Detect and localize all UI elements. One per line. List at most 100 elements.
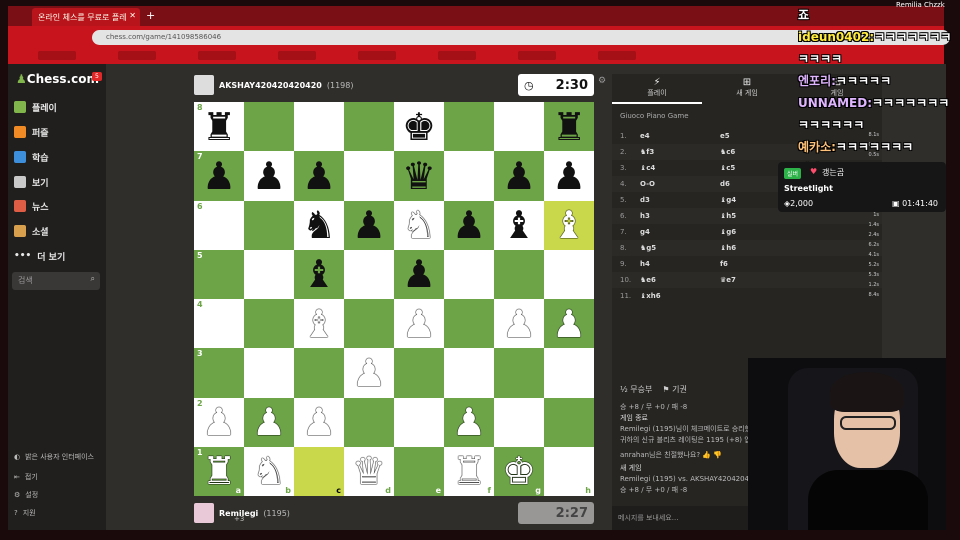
white-pawn[interactable]: ♟ — [252, 403, 286, 441]
nav-puzzles[interactable]: 퍼즐 — [14, 123, 49, 141]
square-d4[interactable] — [344, 299, 394, 349]
bookmark-item[interactable] — [438, 51, 476, 60]
square-e7[interactable]: ♛ — [394, 151, 444, 201]
nav-more[interactable]: ••• 더 보기 — [14, 247, 65, 265]
bookmark-item[interactable] — [278, 51, 316, 60]
resign-button[interactable]: ⚑ 기권 — [662, 384, 686, 395]
square-e8[interactable]: ♚ — [394, 102, 444, 152]
bookmark-item[interactable] — [38, 51, 76, 60]
square-c7[interactable]: ♟ — [294, 151, 344, 201]
square-a4[interactable]: 4 — [194, 299, 244, 349]
black-pawn[interactable]: ♟ — [352, 206, 386, 244]
new-tab-icon[interactable]: + — [146, 9, 155, 22]
square-a2[interactable]: ♟ 2 — [194, 397, 244, 447]
opening-name[interactable]: Giuoco Piano Game — [620, 112, 689, 120]
black-queen[interactable]: ♛ — [402, 157, 436, 195]
black-move[interactable]: f6 — [720, 260, 800, 268]
black-king[interactable]: ♚ — [402, 108, 436, 146]
square-e2[interactable] — [394, 397, 444, 447]
chess-board[interactable]: ♜ 8 ♚ ♜ ♟ 7 ♟ ♟ ♛ ♟ ♟ 6 ♞ ♟ ♞ ♟ ♝ ♝ 5 ♝ ♟ 4 ♝ ♟ ♟ ♟ 3 ♟ ♟ 2 ♟ ♟ ♟ ♜ 1 a ♞ b c ♛… — [194, 102, 594, 496]
square-e3[interactable] — [394, 348, 444, 398]
white-move[interactable]: ♞e6 — [640, 276, 720, 284]
white-pawn[interactable]: ♟ — [302, 403, 336, 441]
black-pawn[interactable]: ♟ — [402, 255, 436, 293]
black-move[interactable]: ♞c6 — [720, 148, 800, 156]
avatar[interactable] — [194, 75, 214, 95]
square-f6[interactable]: ♟ — [444, 200, 494, 250]
square-b1[interactable]: ♞ b — [244, 446, 294, 496]
square-a8[interactable]: ♜ 8 — [194, 102, 244, 152]
square-b3[interactable] — [244, 348, 294, 398]
square-c8[interactable] — [294, 102, 344, 152]
white-rook[interactable]: ♜ — [202, 452, 236, 490]
nav-watch[interactable]: 보기 — [14, 173, 49, 191]
square-g8[interactable] — [494, 102, 544, 152]
bookmark-item[interactable] — [358, 51, 396, 60]
black-move[interactable]: ♝h6 — [720, 244, 800, 252]
player-name[interactable]: AKSHAY420420420420 — [219, 81, 322, 90]
browser-tab[interactable]: 온라인 체스를 무료로 플레 ✕ — [32, 8, 140, 26]
white-bishop[interactable]: ♝ — [552, 206, 586, 244]
square-g5[interactable] — [494, 249, 544, 299]
black-move[interactable]: e5 — [720, 132, 800, 140]
square-f8[interactable] — [444, 102, 494, 152]
square-c6[interactable]: ♞ — [294, 200, 344, 250]
bookmark-item[interactable] — [598, 51, 636, 60]
square-a3[interactable]: 3 — [194, 348, 244, 398]
black-rook[interactable]: ♜ — [202, 108, 236, 146]
square-e5[interactable]: ♟ — [394, 249, 444, 299]
thumbs-down-icon[interactable]: 👎 — [713, 451, 722, 459]
square-f1[interactable]: ♜ f — [444, 446, 494, 496]
square-g4[interactable]: ♟ — [494, 299, 544, 349]
square-c2[interactable]: ♟ — [294, 397, 344, 447]
square-d7[interactable] — [344, 151, 394, 201]
white-move[interactable]: h3 — [640, 212, 720, 220]
square-b7[interactable]: ♟ — [244, 151, 294, 201]
close-icon[interactable]: ✕ — [129, 11, 136, 20]
square-d1[interactable]: ♛ d — [344, 446, 394, 496]
bookmark-item[interactable] — [198, 51, 236, 60]
white-move[interactable]: ♝xh6 — [640, 292, 720, 300]
black-pawn[interactable]: ♟ — [452, 206, 486, 244]
gear-icon[interactable]: ⚙ — [598, 76, 606, 86]
white-knight[interactable]: ♞ — [252, 452, 286, 490]
square-h7[interactable]: ♟ — [544, 151, 594, 201]
light-ui-toggle[interactable]: ◐ 밝은 사용자 인터페이스 — [14, 452, 94, 462]
black-move[interactable]: ♝g6 — [720, 228, 800, 236]
square-e4[interactable]: ♟ — [394, 299, 444, 349]
square-f3[interactable] — [444, 348, 494, 398]
collapse-button[interactable]: ⇤ 접기 — [14, 472, 38, 482]
white-pawn[interactable]: ♟ — [352, 354, 386, 392]
white-move[interactable]: e4 — [640, 132, 720, 140]
square-g7[interactable]: ♟ — [494, 151, 544, 201]
search-input[interactable]: 검색 ⌕ — [12, 272, 100, 290]
white-pawn[interactable]: ♟ — [202, 403, 236, 441]
white-pawn[interactable]: ♟ — [552, 305, 586, 343]
square-b4[interactable] — [244, 299, 294, 349]
square-c4[interactable]: ♝ — [294, 299, 344, 349]
square-g2[interactable] — [494, 397, 544, 447]
white-pawn[interactable]: ♟ — [502, 305, 536, 343]
white-move[interactable]: h4 — [640, 260, 720, 268]
white-bishop[interactable]: ♝ — [302, 305, 336, 343]
white-move[interactable]: g4 — [640, 228, 720, 236]
white-rook[interactable]: ♜ — [452, 452, 486, 490]
square-h4[interactable]: ♟ — [544, 299, 594, 349]
square-f2[interactable]: ♟ — [444, 397, 494, 447]
square-b6[interactable] — [244, 200, 294, 250]
square-b8[interactable] — [244, 102, 294, 152]
square-d8[interactable] — [344, 102, 394, 152]
black-pawn[interactable]: ♟ — [252, 157, 286, 195]
nav-news[interactable]: 뉴스 — [14, 197, 49, 215]
white-move[interactable]: d3 — [640, 196, 720, 204]
square-c1[interactable]: c — [294, 446, 344, 496]
square-a7[interactable]: ♟ 7 — [194, 151, 244, 201]
square-c3[interactable] — [294, 348, 344, 398]
square-c5[interactable]: ♝ — [294, 249, 344, 299]
square-g1[interactable]: ♚ g — [494, 446, 544, 496]
black-bishop[interactable]: ♝ — [502, 206, 536, 244]
avatar[interactable] — [194, 503, 214, 523]
black-pawn[interactable]: ♟ — [552, 157, 586, 195]
black-move[interactable]: ♝h5 — [720, 212, 800, 220]
square-h1[interactable]: h — [544, 446, 594, 496]
